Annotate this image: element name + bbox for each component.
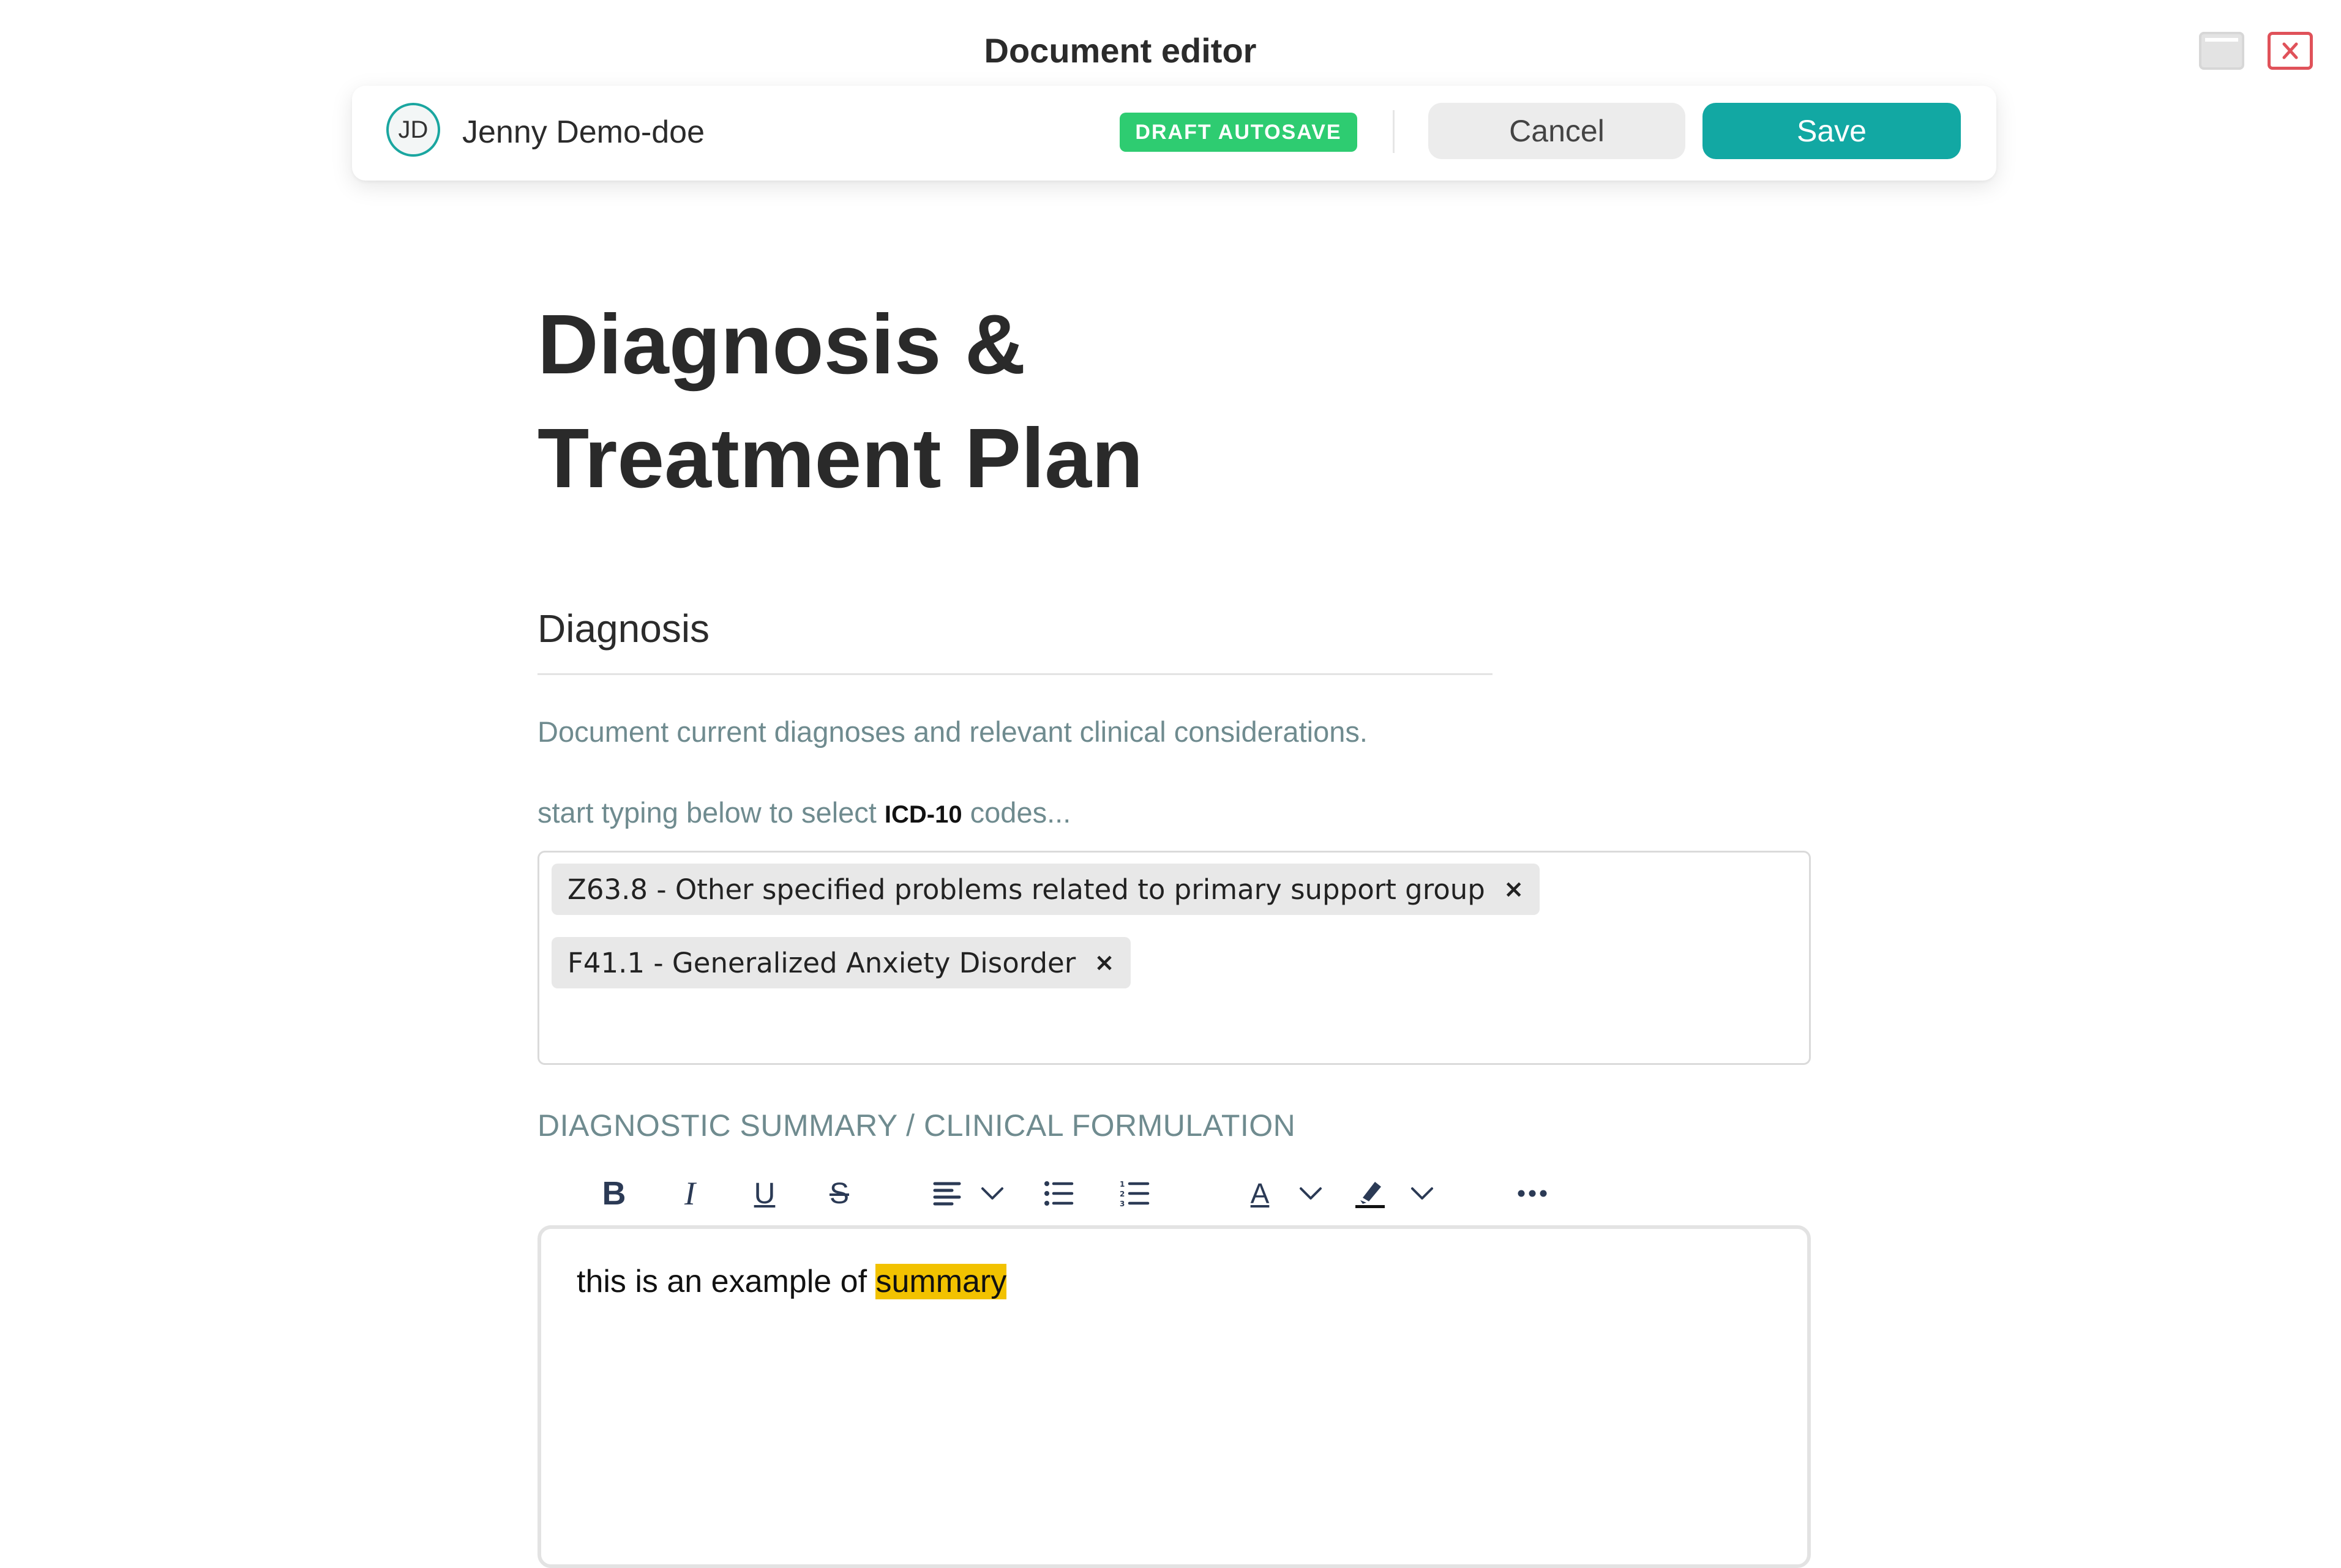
highlight-dropdown[interactable] — [1407, 1169, 1437, 1218]
editor-topbar: JD Jenny Demo-doe DRAFT AUTOSAVE Cancel … — [352, 86, 1996, 181]
codes-hint-code: ICD-10 — [884, 801, 962, 828]
maximize-button[interactable] — [2199, 32, 2244, 70]
svg-text:3: 3 — [1120, 1200, 1125, 1207]
text-color-button[interactable]: A — [1242, 1169, 1278, 1218]
icd-code-input[interactable]: Z63.8 - Other specified problems related… — [537, 851, 1811, 1065]
text-color-icon: A — [1250, 1178, 1270, 1209]
highlighted-text: summary — [875, 1264, 1007, 1299]
chevron-down-icon — [981, 1187, 1003, 1200]
highlighter-icon — [1355, 1182, 1385, 1208]
svg-text:2: 2 — [1120, 1190, 1125, 1198]
code-chip-label: Z63.8 - Other specified problems related… — [567, 873, 1485, 906]
italic-button[interactable]: I — [667, 1169, 713, 1218]
code-chip: F41.1 - Generalized Anxiety Disorder × — [552, 937, 1131, 988]
codes-hint-suffix: codes... — [970, 796, 1071, 829]
bullet-list-button[interactable] — [1039, 1169, 1079, 1218]
align-button[interactable] — [929, 1169, 966, 1218]
editor-content: this is an example of summary — [577, 1263, 1007, 1300]
summary-label: DIAGNOSTIC SUMMARY / CLINICAL FORMULATIO… — [537, 1108, 1296, 1143]
remove-code-icon[interactable]: × — [1094, 949, 1115, 977]
rich-text-toolbar: B I U S 12 3 A — [537, 1169, 1615, 1218]
avatar: JD — [386, 103, 440, 157]
bullet-list-icon — [1044, 1181, 1074, 1206]
summary-editor[interactable]: this is an example of summary — [537, 1225, 1811, 1568]
close-icon — [2282, 42, 2298, 59]
divider — [1393, 110, 1395, 153]
cancel-button[interactable]: Cancel — [1428, 103, 1685, 159]
strikethrough-button[interactable]: S — [817, 1169, 862, 1218]
close-window-button[interactable] — [2268, 32, 2313, 70]
user-name: Jenny Demo-doe — [462, 114, 705, 150]
code-chip-label: F41.1 - Generalized Anxiety Disorder — [567, 946, 1076, 979]
more-icon — [1518, 1190, 1547, 1197]
numbered-list-icon: 12 3 — [1120, 1180, 1150, 1207]
window-title: Document editor — [984, 31, 1257, 70]
more-button[interactable] — [1511, 1169, 1554, 1218]
underline-button[interactable]: U — [742, 1169, 787, 1218]
chevron-down-icon — [1411, 1187, 1433, 1200]
page-title-line1: Diagnosis & — [537, 297, 1026, 392]
codes-hint: start typing below to select ICD-10 code… — [537, 796, 1071, 829]
bold-button[interactable]: B — [591, 1169, 637, 1218]
page-title: Diagnosis & Treatment Plan — [537, 288, 1395, 515]
page-title-line2: Treatment Plan — [537, 411, 1144, 506]
editor-text: this is an example of — [577, 1264, 876, 1299]
svg-text:1: 1 — [1120, 1180, 1125, 1189]
section-heading: Diagnosis — [537, 607, 710, 651]
section-description: Document current diagnoses and relevant … — [537, 715, 1368, 748]
highlight-button[interactable] — [1352, 1169, 1388, 1218]
codes-hint-prefix: start typing below to select — [537, 796, 877, 829]
remove-code-icon[interactable]: × — [1504, 875, 1524, 903]
save-button[interactable]: Save — [1702, 103, 1961, 159]
chevron-down-icon — [1300, 1187, 1322, 1200]
status-badge: DRAFT AUTOSAVE — [1120, 113, 1357, 152]
align-left-icon — [933, 1182, 961, 1206]
text-color-dropdown[interactable] — [1295, 1169, 1326, 1218]
align-dropdown[interactable] — [977, 1169, 1008, 1218]
section-divider — [537, 673, 1493, 675]
numbered-list-button[interactable]: 12 3 — [1115, 1169, 1155, 1218]
code-chip: Z63.8 - Other specified problems related… — [552, 864, 1540, 915]
